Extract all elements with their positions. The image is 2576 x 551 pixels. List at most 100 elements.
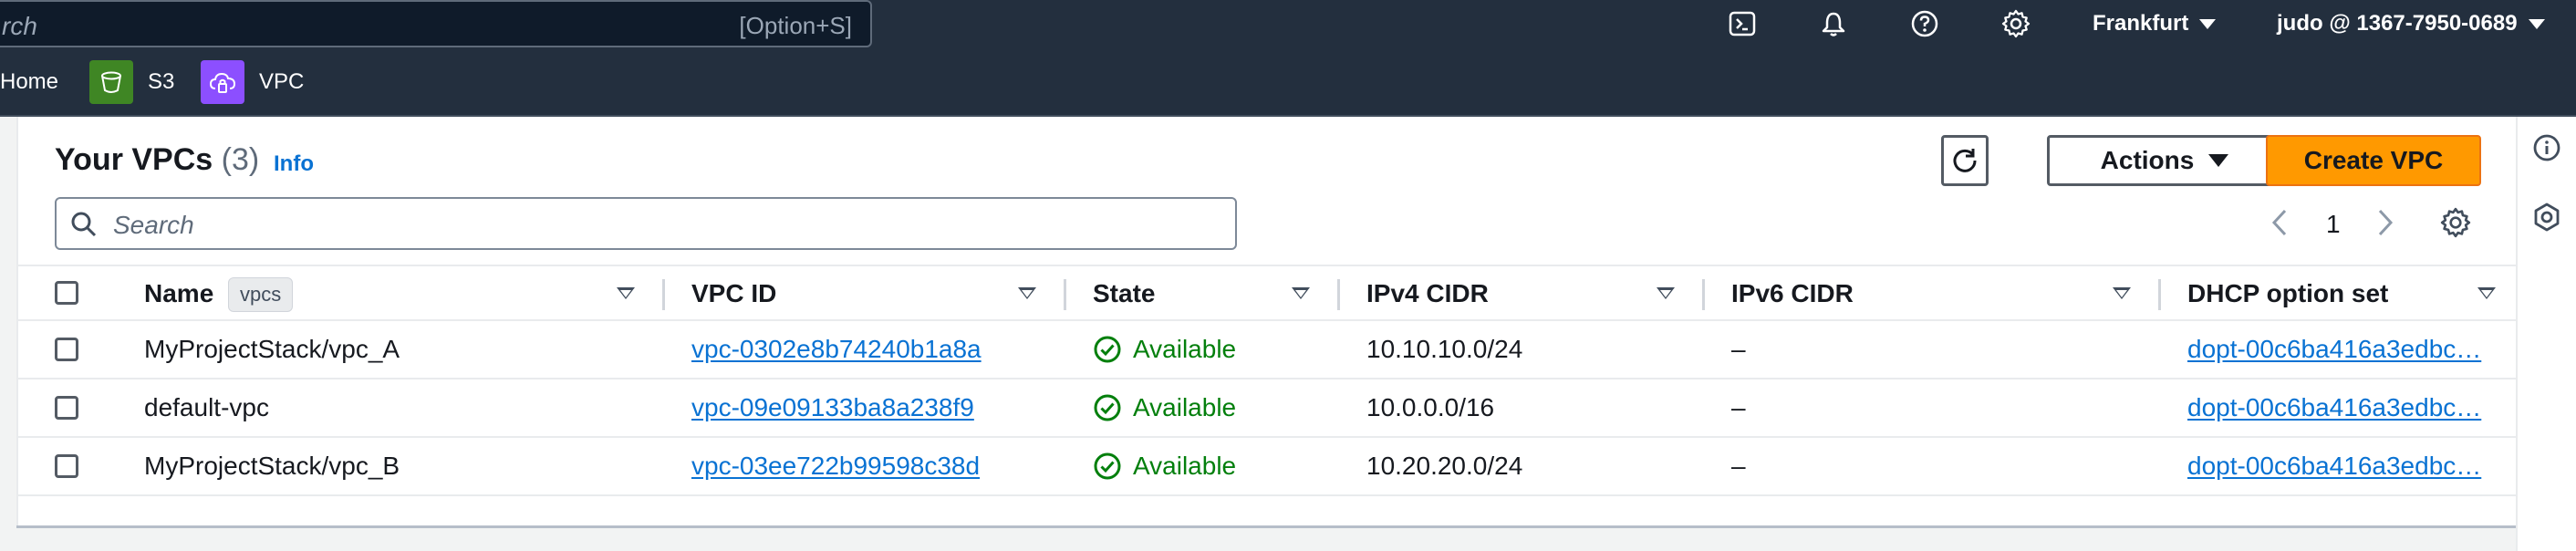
info-panel-icon[interactable] <box>2529 130 2565 166</box>
vpc-count: (3) <box>221 142 260 177</box>
ipv6-cidr: – <box>1731 393 1746 421</box>
column-header-vpc-id[interactable]: VPC ID <box>691 266 776 321</box>
tools-rail <box>2516 117 2576 551</box>
row-checkbox[interactable] <box>55 396 78 420</box>
table-row[interactable]: MyProjectStack/vpc_A vpc-0302e8b74240b1a… <box>18 321 2518 379</box>
column-header-dhcp-option-set[interactable]: DHCP option set <box>2187 266 2388 321</box>
column-state-label: State <box>1093 279 1156 307</box>
favorite-home-label: Home <box>0 69 59 94</box>
sort-icon[interactable] <box>617 287 635 299</box>
vpc-state-label: Available <box>1133 335 1237 363</box>
column-header-name[interactable]: Name <box>144 266 213 321</box>
vpc-id-link[interactable]: vpc-0302e8b74240b1a8a <box>691 321 982 378</box>
column-resizer[interactable] <box>1702 279 1705 310</box>
column-resizer[interactable] <box>662 279 665 310</box>
column-dhcp-label: DHCP option set <box>2187 279 2389 307</box>
select-all-checkbox[interactable] <box>55 281 78 305</box>
column-resizer[interactable] <box>2158 279 2161 310</box>
column-header-state[interactable]: State <box>1093 266 1155 321</box>
cloudshell-icon[interactable] <box>1724 5 1761 42</box>
ipv6-cidr: – <box>1731 452 1746 480</box>
hexagon-settings-icon[interactable] <box>2529 199 2565 235</box>
favorite-s3-label: S3 <box>148 69 175 94</box>
column-name-label: Name <box>144 279 214 307</box>
sort-icon[interactable] <box>1657 287 1675 299</box>
account-menu[interactable]: judo @ 1367-7950-0689 <box>2277 11 2545 36</box>
global-search-placeholder: rch <box>2 12 37 40</box>
search-placeholder: Search <box>113 211 194 239</box>
previous-page-icon[interactable] <box>2270 208 2290 244</box>
dhcp-option-set-link[interactable]: dopt-00c6ba416a3edbc… <box>2187 379 2498 436</box>
column-ipv4-label: IPv4 CIDR <box>1366 279 1489 307</box>
chevron-down-icon <box>2199 18 2217 29</box>
search-icon <box>69 210 99 244</box>
page-title: Your VPCs (3) <box>55 142 259 178</box>
info-link[interactable]: Info <box>274 151 314 177</box>
dhcp-option-set-link[interactable]: dopt-00c6ba416a3edbc… <box>2187 438 2498 494</box>
refresh-icon <box>1953 149 1977 172</box>
vpc-list-panel: Your VPCs (3) Info Actions Create VPC Se… <box>16 117 2518 529</box>
search-input[interactable]: Search <box>55 197 1237 250</box>
help-icon[interactable] <box>1906 5 1943 42</box>
create-vpc-button[interactable]: Create VPC <box>2266 135 2481 186</box>
sort-icon[interactable] <box>2477 287 2496 299</box>
status-success-icon <box>1093 452 1122 481</box>
row-checkbox[interactable] <box>55 338 78 361</box>
row-checkbox[interactable] <box>55 454 78 478</box>
actions-label: Actions <box>2100 146 2195 174</box>
vpc-name: MyProjectStack/vpc_B <box>144 452 400 480</box>
vpc-cloud-icon <box>201 60 244 104</box>
vpc-state-label: Available <box>1133 393 1237 421</box>
sort-icon[interactable] <box>1292 287 1310 299</box>
vpc-state-label: Available <box>1133 452 1237 480</box>
dhcp-option-set-link[interactable]: dopt-00c6ba416a3edbc… <box>2187 321 2498 378</box>
favorites-bar: Home S3 VPC <box>0 49 2576 117</box>
favorite-vpc[interactable]: VPC <box>201 60 304 104</box>
favorite-s3[interactable]: S3 <box>89 60 174 104</box>
region-label: Frankfurt <box>2093 11 2189 36</box>
chevron-down-icon <box>2208 154 2229 167</box>
refresh-button[interactable] <box>1941 135 1989 186</box>
table-row[interactable]: MyProjectStack/vpc_B vpc-03ee722b99598c3… <box>18 438 2518 496</box>
column-header-ipv4-cidr[interactable]: IPv4 CIDR <box>1366 266 1489 321</box>
vpc-name: MyProjectStack/vpc_A <box>144 335 400 363</box>
actions-dropdown-button[interactable]: Actions <box>2047 135 2282 186</box>
vpc-name: default-vpc <box>144 393 269 421</box>
table-header: Name vpcs VPC ID State IPv4 CIDR IPv6 CI… <box>18 265 2518 321</box>
settings-gear-icon[interactable] <box>1998 5 2034 42</box>
column-resizer[interactable] <box>1337 279 1340 310</box>
vpc-state: Available <box>1093 321 1236 378</box>
page-title-text: Your VPCs <box>55 142 213 177</box>
sort-icon[interactable] <box>2113 287 2131 299</box>
sort-icon[interactable] <box>1018 287 1036 299</box>
column-resizer[interactable] <box>1064 279 1066 310</box>
vpc-state: Available <box>1093 438 1236 494</box>
region-selector[interactable]: Frankfurt <box>2093 11 2217 36</box>
status-success-icon <box>1093 393 1122 422</box>
search-shortcut-hint: [Option+S] <box>739 12 852 39</box>
account-label: judo @ 1367-7950-0689 <box>2277 11 2518 36</box>
ipv4-cidr: 10.0.0.0/16 <box>1366 393 1495 421</box>
name-tooltip: vpcs <box>228 277 294 312</box>
split-panel-divider[interactable] <box>16 525 2516 551</box>
column-vpcid-label: VPC ID <box>691 279 777 307</box>
vpc-id-link[interactable]: vpc-03ee722b99598c38d <box>691 438 980 494</box>
vpc-id-link[interactable]: vpc-09e09133ba8a238f9 <box>691 379 974 436</box>
top-navigation-bar: rch [Option+S] Frankfurt judo @ 1367-795… <box>0 0 2576 49</box>
page-number[interactable]: 1 <box>2326 210 2341 239</box>
create-vpc-label: Create VPC <box>2303 146 2444 174</box>
ipv4-cidr: 10.20.20.0/24 <box>1366 452 1523 480</box>
ipv4-cidr: 10.10.10.0/24 <box>1366 335 1523 363</box>
global-search-input[interactable]: rch [Option+S] <box>0 0 872 47</box>
next-page-icon[interactable] <box>2375 208 2395 244</box>
column-header-ipv6-cidr[interactable]: IPv6 CIDR <box>1731 266 1854 321</box>
table-row[interactable]: default-vpc vpc-09e09133ba8a238f9 Availa… <box>18 379 2518 438</box>
chevron-down-icon <box>2528 18 2545 29</box>
favorite-vpc-label: VPC <box>259 69 305 94</box>
column-ipv6-label: IPv6 CIDR <box>1731 279 1854 307</box>
bell-icon[interactable] <box>1815 5 1852 42</box>
favorite-home[interactable]: Home <box>0 60 58 104</box>
status-success-icon <box>1093 335 1122 364</box>
preferences-gear-icon[interactable] <box>2439 206 2472 245</box>
s3-bucket-icon <box>89 60 133 104</box>
